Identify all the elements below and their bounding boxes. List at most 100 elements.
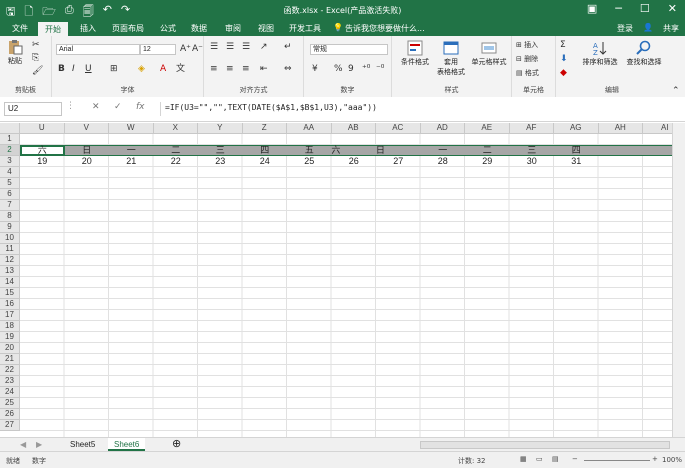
horizontal-scrollbar[interactable] [420,441,670,449]
share-button[interactable]: 共享 [663,23,679,34]
day-number-cell[interactable]: 25 [287,156,332,167]
zoom-in-icon[interactable]: + [652,455,658,463]
border-icon[interactable]: ⊞ [110,64,118,74]
underline-button[interactable]: U [85,64,92,74]
column-header[interactable]: X [153,123,198,134]
italic-button[interactable]: I [72,64,75,74]
find-select-button[interactable]: 查找和选择 [622,40,666,67]
name-box[interactable]: U2 [4,102,62,116]
column-header[interactable]: U [20,123,65,134]
day-number-cell[interactable]: 31 [554,156,599,167]
cancel-icon[interactable]: ✕ [92,102,100,112]
column-header[interactable]: AF [509,123,554,134]
row-header[interactable]: 7 [0,200,20,211]
wrap-text-icon[interactable]: ↵ [284,42,292,52]
column-header[interactable]: AA [287,123,332,134]
page-break-view-icon[interactable]: ▤ [552,455,559,463]
weekday-cell[interactable]: 一 [421,145,466,156]
column-header[interactable]: V [64,123,109,134]
close-icon[interactable]: ✕ [668,2,677,15]
row-header[interactable]: 13 [0,266,20,277]
font-color-icon[interactable]: A [160,64,166,74]
cell-area[interactable] [20,134,672,437]
column-header[interactable]: AB [331,123,376,134]
format-as-table-button[interactable]: 套用 表格格式 [434,40,468,77]
row-header[interactable]: 1 [0,134,20,145]
day-number-cell[interactable]: 24 [243,156,288,167]
font-name-select[interactable]: Arial [56,44,140,55]
weekday-cell[interactable]: 六 [20,145,65,156]
row-header[interactable]: 12 [0,255,20,266]
row-header[interactable]: 3 [0,156,20,167]
row-header[interactable]: 22 [0,365,20,376]
insert-cells-button[interactable]: ⊞ 插入 [516,40,538,50]
bold-button[interactable]: B [58,64,65,74]
shrink-font-icon[interactable]: A⁻ [192,44,203,54]
comma-button[interactable]: 9 [348,64,354,74]
day-number-cell[interactable]: 26 [332,156,377,167]
insert-function-icon[interactable]: fx [136,102,145,112]
decrease-decimal-icon[interactable]: ⁻⁰ [376,64,384,74]
day-number-cell[interactable]: 28 [421,156,466,167]
sort-filter-button[interactable]: AZ 排序和筛选 [578,40,622,67]
normal-view-icon[interactable]: ▦ [520,455,527,463]
clear-icon[interactable]: ◆ [560,68,567,78]
weekday-cell[interactable]: 一 [109,145,154,156]
autosum-icon[interactable]: Σ [560,40,566,50]
ribbon-display-icon[interactable]: ▣ [587,2,597,15]
row-header[interactable]: 21 [0,354,20,365]
weekday-cell[interactable]: 三 [198,145,243,156]
copy-icon[interactable]: ⎘ [32,53,39,63]
align-right-icon[interactable]: ≡ [242,64,250,74]
align-left-icon[interactable]: ≡ [210,64,218,74]
format-cells-button[interactable]: ▤ 格式 [516,68,539,78]
row-header[interactable]: 18 [0,321,20,332]
grow-font-icon[interactable]: A⁺ [180,44,191,54]
day-number-cell[interactable]: 19 [20,156,65,167]
vertical-scrollbar[interactable] [672,123,685,437]
percent-button[interactable]: % [334,64,343,74]
column-header[interactable]: W [109,123,154,134]
row-header[interactable]: 27 [0,420,20,431]
fill-icon[interactable]: ⬇ [560,54,568,64]
scroll-right-icon[interactable]: ▶ [30,438,48,451]
tab-page-layout[interactable]: 页面布局 [112,23,144,34]
tab-file[interactable]: 文件 [12,23,28,34]
row-header[interactable]: 5 [0,178,20,189]
sheet-tab-sheet6[interactable]: Sheet6 [108,438,146,451]
weekday-cell[interactable]: 四 [243,145,288,156]
add-sheet-icon[interactable]: ⊕ [166,438,187,451]
row-header[interactable]: 20 [0,343,20,354]
row-header[interactable]: 11 [0,244,20,255]
row-header[interactable]: 10 [0,233,20,244]
day-number-cell[interactable]: 21 [109,156,154,167]
align-middle-icon[interactable]: ☰ [226,42,234,52]
day-number-cell[interactable]: 23 [198,156,243,167]
weekday-cell[interactable]: 四 [554,145,599,156]
page-layout-view-icon[interactable]: ▭ [536,455,543,463]
tell-me-icon[interactable]: 💡 [333,23,343,32]
column-header[interactable]: AE [465,123,510,134]
tab-view[interactable]: 视图 [258,23,274,34]
row-header[interactable]: 9 [0,222,20,233]
minimize-icon[interactable]: ─ [615,2,622,15]
tab-formulas[interactable]: 公式 [160,23,176,34]
row-header[interactable]: 24 [0,387,20,398]
tab-data[interactable]: 数据 [191,23,207,34]
tab-home[interactable]: 开始 [38,22,68,36]
number-format-select[interactable]: 常规 [310,44,388,55]
column-header[interactable]: AI [643,123,672,134]
day-number-cell[interactable]: 30 [510,156,555,167]
tab-insert[interactable]: 插入 [80,23,96,34]
row-header[interactable]: 17 [0,310,20,321]
currency-icon[interactable]: ¥ [312,64,318,74]
font-size-select[interactable]: 12 [140,44,176,55]
maximize-icon[interactable]: ☐ [640,2,650,15]
column-header[interactable]: Z [242,123,287,134]
row-header[interactable]: 26 [0,409,20,420]
row-header[interactable]: 14 [0,277,20,288]
row-header[interactable]: 15 [0,288,20,299]
weekday-cell[interactable]: 二 [154,145,199,156]
formula-input[interactable]: =IF(U3="","",TEXT(DATE($A$1,$B$1,U3),"aa… [160,102,680,116]
align-center-icon[interactable]: ≡ [226,64,234,74]
